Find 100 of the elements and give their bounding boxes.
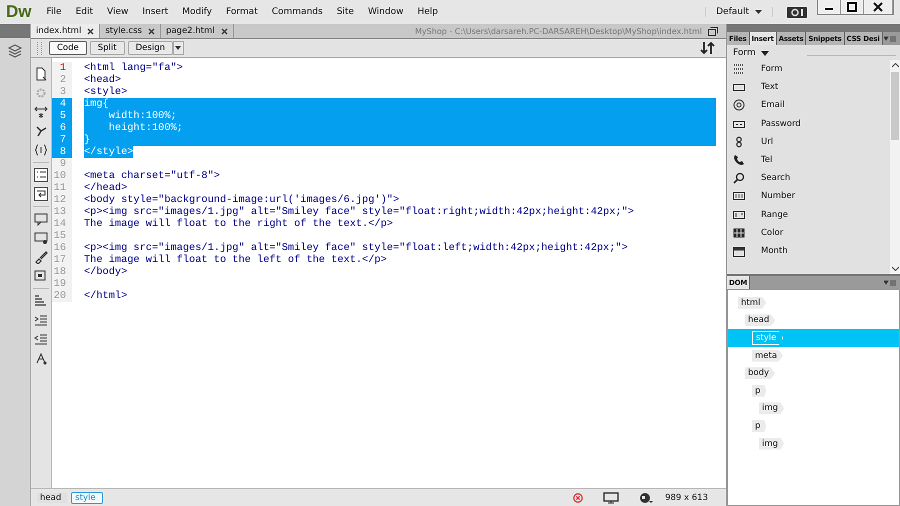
brush-icon[interactable]	[34, 250, 48, 264]
uncomment-icon[interactable]	[34, 231, 48, 245]
code-line: <meta charset="utf-8">	[84, 170, 220, 182]
insert-item[interactable]: Tel	[727, 150, 890, 170]
numbered-list-icon[interactable]	[34, 168, 48, 182]
line-number: 12	[52, 194, 72, 206]
line-number: 3	[52, 86, 72, 98]
line-number: 1	[52, 62, 72, 74]
phone-icon	[733, 154, 745, 166]
code-line: The image will float to the right of the text.</p>	[84, 218, 393, 230]
menu-item[interactable]: View	[100, 7, 136, 17]
wrap-icon[interactable]	[34, 187, 48, 201]
code-line: The image will float to the left of the text.</p>	[84, 254, 387, 266]
panel-menu-icon[interactable]	[884, 34, 896, 42]
line-number: 2	[52, 74, 72, 86]
insert-item[interactable]: Number	[727, 187, 890, 206]
menu-item[interactable]: Window	[360, 7, 410, 17]
menu-item[interactable]: Edit	[68, 7, 100, 17]
element-tag[interactable]: img	[759, 402, 784, 414]
scroll-thumb[interactable]	[891, 72, 899, 140]
element-tag[interactable]: html	[738, 296, 766, 309]
menu-item[interactable]: Site	[330, 7, 361, 17]
align-icon[interactable]	[34, 294, 48, 308]
document-tab[interactable]: index.html	[31, 24, 100, 38]
code-line: </head>	[84, 182, 128, 194]
element-tag[interactable]: p	[752, 384, 766, 397]
menu-item[interactable]: Commands	[264, 7, 330, 17]
scrollbar[interactable]	[890, 60, 900, 274]
insert-item[interactable]: Color	[727, 224, 890, 242]
document-tab[interactable]: page2.html	[160, 24, 234, 38]
expand-icon[interactable]	[34, 105, 48, 119]
close-icon[interactable]	[220, 28, 228, 34]
indent-icon[interactable]	[34, 313, 48, 327]
category-dropdown[interactable]: Form	[727, 45, 900, 61]
panel-header-bar	[0, 24, 30, 38]
calendar-icon	[733, 244, 745, 257]
view-button[interactable]: Code	[49, 41, 87, 55]
line-number: 14	[52, 218, 72, 230]
insert-item[interactable]: Search	[727, 169, 890, 188]
line-number: 8	[52, 146, 72, 158]
code-line: <head>	[84, 74, 122, 86]
insert-item[interactable]: Month	[727, 242, 890, 260]
app-logo: Dw	[5, 2, 32, 22]
line-number: 5	[52, 110, 72, 122]
restore-icon[interactable]	[708, 26, 718, 36]
form-icon	[733, 63, 745, 76]
element-tag[interactable]: p	[752, 420, 766, 432]
code-line: <body style="background-image:url('images/6.jpg')">	[84, 194, 400, 206]
code-line: </body>	[84, 266, 128, 278]
view-button[interactable]: Split	[90, 41, 125, 55]
scroll-down-icon[interactable]	[892, 266, 898, 271]
element-tag[interactable]: img	[759, 438, 784, 450]
format-icon[interactable]	[34, 351, 48, 365]
insert-item[interactable]: Form	[727, 60, 890, 78]
line-number: 19	[52, 278, 72, 290]
scroll-up-icon[interactable]	[892, 63, 898, 68]
number-field-icon	[733, 190, 745, 202]
monitor-icon[interactable]	[603, 492, 620, 504]
window-size: 989 x 613	[665, 492, 708, 502]
braces-icon[interactable]	[34, 143, 48, 157]
close-icon[interactable]	[148, 28, 155, 34]
insert-item[interactable]: Url	[727, 132, 890, 151]
caret-icon	[760, 50, 769, 56]
element-tag[interactable]: body	[745, 367, 776, 380]
line-number: 10	[52, 170, 72, 182]
layers-icon[interactable]	[6, 42, 24, 60]
menu-item[interactable]: Insert	[135, 7, 176, 17]
element-tag[interactable]: head	[745, 314, 776, 326]
error-icon[interactable]	[573, 492, 584, 502]
close-icon[interactable]	[87, 28, 94, 34]
file-path: MyShop - C:\Users\darsareh.PC-DARSAREH\Desktop\MyShop\index.html	[415, 26, 702, 36]
search-icon	[733, 172, 745, 184]
outdent-icon[interactable]	[34, 332, 48, 346]
insert-item[interactable]: Range	[727, 206, 890, 224]
comment-icon[interactable]	[34, 212, 48, 226]
snippet-icon[interactable]	[34, 269, 48, 283]
sort-icon[interactable]	[700, 41, 716, 55]
menu-item[interactable]: Help	[410, 7, 445, 17]
workspace-dropdown[interactable]: Default	[705, 7, 773, 17]
line-number: 4	[52, 98, 72, 110]
menu-item[interactable]: Format	[219, 7, 265, 17]
view-menu-button[interactable]	[172, 41, 184, 55]
grid-icon	[733, 226, 745, 239]
caret-icon	[755, 10, 762, 14]
menu-item[interactable]: File	[40, 7, 69, 17]
element-tag[interactable]: meta	[752, 350, 784, 362]
line-number: 17	[52, 254, 72, 266]
line-number: 7	[52, 134, 72, 146]
tag-selector[interactable]: head	[37, 492, 68, 502]
document-tab[interactable]: style.css	[100, 24, 161, 38]
file-icon[interactable]	[34, 67, 48, 81]
view-button[interactable]: Design	[128, 41, 173, 55]
panel-menu-icon[interactable]	[884, 278, 896, 286]
line-number: 16	[52, 242, 72, 254]
insert-item[interactable]: Email	[727, 96, 890, 115]
menu-item[interactable]: Modify	[175, 7, 220, 17]
insert-item[interactable]: Text	[727, 78, 890, 96]
line-number: 9	[52, 158, 72, 170]
line-number: 6	[52, 122, 72, 134]
insert-item[interactable]: Password	[727, 114, 890, 133]
